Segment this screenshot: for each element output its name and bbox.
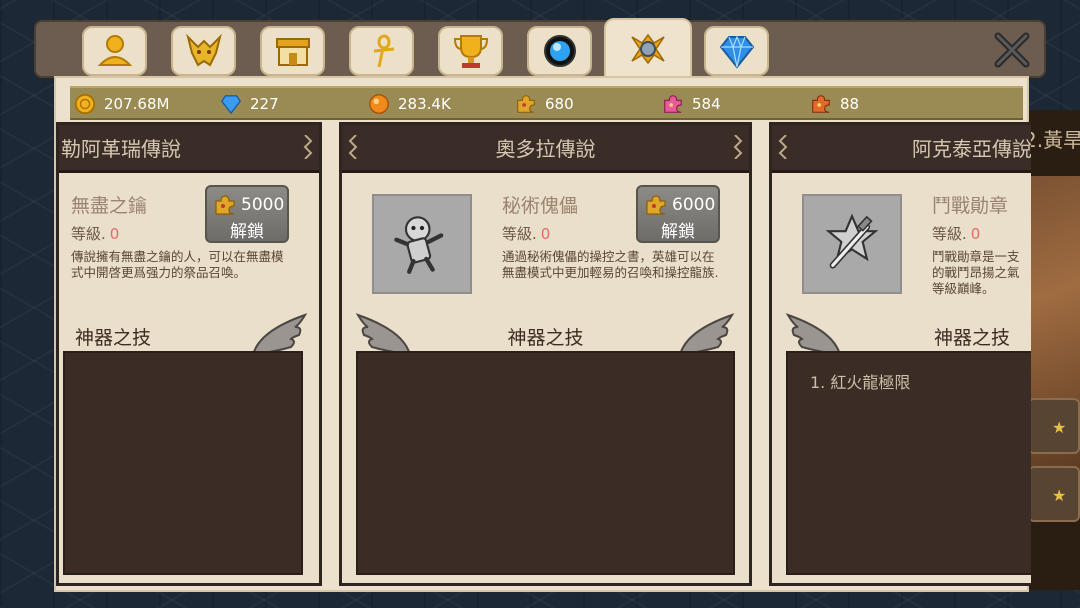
tab-profile[interactable] bbox=[82, 26, 147, 76]
resource-red-puzzle: 88 bbox=[810, 93, 859, 115]
header-ornament-icon bbox=[303, 135, 313, 159]
tab-ankh[interactable] bbox=[349, 26, 414, 76]
item-thumbnail bbox=[802, 194, 902, 294]
artifact-card[interactable]: 勒阿革瑞傳說 無盡之鑰 等級. 0 傳說擁有無盡之鑰的人，可以在無盡模 式中開啓更… bbox=[56, 122, 322, 586]
close-button[interactable] bbox=[988, 26, 1036, 74]
item-level: 等級. 0 bbox=[71, 225, 120, 243]
card-header: 奧多拉傳說 bbox=[342, 125, 749, 173]
tab-dragon[interactable] bbox=[171, 26, 236, 76]
resource-gold-puzzle: 680 bbox=[515, 93, 574, 115]
star-icon: ★ bbox=[1052, 486, 1067, 505]
unlock-cost: 6000 bbox=[644, 193, 715, 217]
header-ornament-icon bbox=[348, 135, 358, 159]
close-icon bbox=[994, 32, 1030, 68]
background-stage-title: 2.黃旱 bbox=[1024, 128, 1080, 152]
shop-icon bbox=[275, 38, 310, 66]
resource-pink-puzzle: 584 bbox=[662, 93, 721, 115]
item-name: 秘術傀儡 bbox=[502, 195, 579, 217]
card-header-title: 勒阿革瑞傳說 bbox=[61, 137, 181, 161]
tab-gem[interactable] bbox=[704, 26, 769, 76]
dragon-head-icon bbox=[185, 33, 222, 67]
blue-orb-icon bbox=[543, 35, 576, 67]
artifact-window: 207.68M 227 283.4K 680 584 88 勒阿革瑞傳說 無盡之… bbox=[54, 76, 1031, 592]
background-button: ★ bbox=[1028, 398, 1080, 454]
item-description: 鬥戰勛章是一支 的戰鬥昂揚之氣 等級巔峰。 bbox=[932, 249, 1020, 296]
tab-artifact[interactable] bbox=[604, 18, 692, 80]
profile-icon bbox=[97, 35, 132, 66]
resource-bar: 207.68M 227 283.4K 680 584 88 bbox=[70, 86, 1023, 120]
skill-list bbox=[63, 351, 303, 575]
item-description: 通過秘術傀儡的操控之書，英雄可以在 無盡模式中更加輕易的召喚和操控龍族. bbox=[502, 249, 719, 280]
tab-orb[interactable] bbox=[527, 26, 592, 76]
tab-bar bbox=[34, 18, 1046, 80]
item-thumbnail bbox=[372, 194, 472, 294]
star-icon: ★ bbox=[1052, 418, 1067, 437]
skill-item: 1. 紅火龍極限 bbox=[810, 373, 911, 392]
skill-title: 神器之技 bbox=[934, 327, 1011, 349]
skill-title: 神器之技 bbox=[75, 327, 152, 349]
artifact-card[interactable]: 阿克泰亞傳說 鬥戰勛章 等級. 0 鬥戰勛章是一支 的戰鬥昂揚之氣 等級巔峰。 神… bbox=[769, 122, 1031, 586]
card-header: 阿克泰亞傳說 bbox=[772, 125, 1031, 173]
level-value: 0 bbox=[970, 225, 981, 243]
item-level: 等級. 0 bbox=[932, 225, 981, 243]
gold-puzzle-icon bbox=[215, 195, 235, 215]
skill-list bbox=[356, 351, 735, 575]
header-ornament-icon bbox=[778, 135, 788, 159]
background-button: ★ bbox=[1028, 466, 1080, 522]
gold-puzzle-icon bbox=[517, 95, 535, 113]
item-name: 鬥戰勛章 bbox=[932, 195, 1009, 217]
header-ornament-icon bbox=[733, 135, 743, 159]
unlock-label: 解鎖 bbox=[230, 222, 264, 242]
artifact-icon bbox=[631, 33, 665, 65]
gold-coin-icon bbox=[74, 93, 96, 115]
resource-orb: 283.4K bbox=[368, 93, 451, 115]
unlock-button[interactable]: 6000 解鎖 bbox=[636, 185, 720, 243]
item-level: 等級. 0 bbox=[502, 225, 551, 243]
tab-trophy[interactable] bbox=[438, 26, 503, 76]
puppet-icon bbox=[394, 216, 444, 274]
resource-diamond: 227 bbox=[220, 93, 279, 115]
diamond-icon bbox=[220, 95, 242, 115]
unlock-button[interactable]: 5000 解鎖 bbox=[205, 185, 289, 243]
skill-list: 1. 紅火龍極限 bbox=[786, 351, 1031, 575]
ankh-icon bbox=[373, 34, 394, 68]
unlock-label: 解鎖 bbox=[661, 222, 695, 242]
card-header: 勒阿革瑞傳說 bbox=[59, 125, 319, 173]
item-name: 無盡之鑰 bbox=[71, 195, 148, 217]
blue-gem-icon bbox=[719, 35, 754, 69]
level-value: 0 bbox=[109, 225, 120, 243]
card-header-title: 奧多拉傳說 bbox=[495, 137, 596, 161]
trophy-icon bbox=[453, 35, 488, 68]
unlock-cost: 5000 bbox=[213, 193, 284, 217]
gold-puzzle-icon bbox=[646, 195, 666, 215]
pink-puzzle-icon bbox=[664, 95, 682, 113]
medal-icon bbox=[825, 213, 879, 269]
tab-shop[interactable] bbox=[260, 26, 325, 76]
level-value: 0 bbox=[540, 225, 551, 243]
card-header-title: 阿克泰亞傳說 bbox=[912, 137, 1031, 161]
orange-orb-icon bbox=[369, 94, 389, 114]
artifact-card[interactable]: 奧多拉傳說 秘術傀儡 等級. 0 通過秘術傀儡的操控之書，英雄可以在 無盡模式中更… bbox=[339, 122, 752, 586]
resource-gold: 207.68M bbox=[74, 93, 169, 115]
red-puzzle-icon bbox=[812, 95, 830, 113]
item-description: 傳說擁有無盡之鑰的人，可以在無盡模 式中開啓更爲强力的祭品召喚。 bbox=[71, 249, 284, 280]
